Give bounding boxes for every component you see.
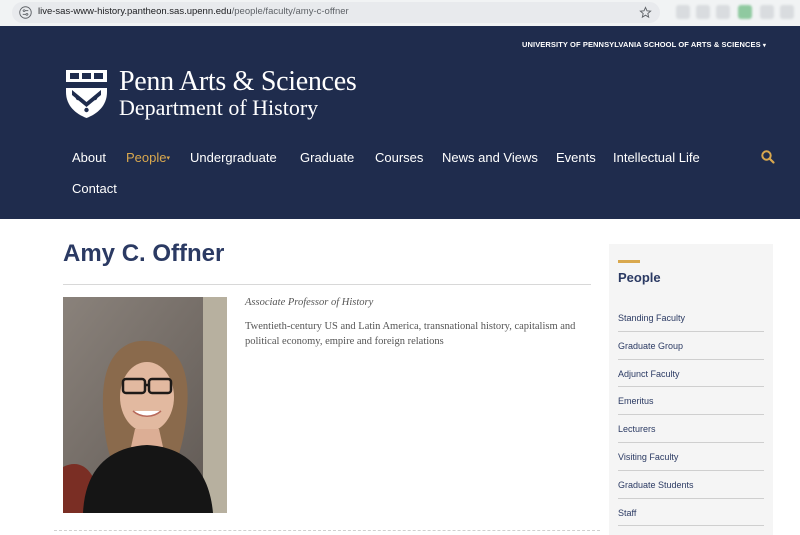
portrait-image — [63, 297, 227, 513]
url-text[interactable]: live-sas-www-history.pantheon.sas.upenn.… — [38, 6, 349, 17]
url-path: /people/faculty/amy-c-offner — [231, 6, 349, 17]
sidebar-item-visiting-faculty[interactable]: Visiting Faculty — [618, 443, 764, 471]
chevron-down-icon: ▾ — [166, 155, 170, 162]
bookmark-star-icon[interactable] — [639, 6, 652, 19]
page-title: Amy C. Offner — [63, 240, 225, 267]
address-bar[interactable]: live-sas-www-history.pantheon.sas.upenn.… — [12, 2, 660, 23]
extension-icon[interactable] — [738, 5, 752, 19]
browser-menu-icon[interactable] — [780, 5, 794, 19]
site-header: UNIVERSITY OF PENNSYLVANIA SCHOOL OF ART… — [0, 26, 800, 219]
sidebar-item-graduate-students[interactable]: Graduate Students — [618, 471, 764, 499]
sidebar-item-graduate-group[interactable]: Graduate Group — [618, 332, 764, 360]
search-icon[interactable] — [760, 149, 776, 165]
sidebar-item-label: Visiting Faculty — [618, 451, 679, 462]
faculty-title: Associate Professor of History — [245, 297, 374, 308]
sidebar-item-label: Standing Faculty — [618, 313, 686, 323]
url-host: live-sas-www-history.pantheon.sas.upenn.… — [38, 6, 232, 17]
sidebar-menu: Standing Faculty Graduate Group Adjunct … — [618, 304, 764, 527]
sidebar-item-label: Graduate Group — [618, 340, 684, 351]
sidebar-item-standing-faculty[interactable]: Standing Faculty — [618, 304, 764, 332]
nav-item-graduate[interactable]: Graduate — [300, 150, 354, 165]
extension-icon[interactable] — [696, 5, 710, 19]
school-menu-link[interactable]: UNIVERSITY OF PENNSYLVANIA SCHOOL OF ART… — [522, 40, 766, 49]
people-sidebar: People Standing Faculty Graduate Group A… — [609, 244, 773, 535]
divider — [54, 530, 600, 531]
sidebar-heading: People — [618, 270, 661, 285]
nav-item-contact[interactable]: Contact — [72, 181, 117, 196]
nav-item-events[interactable]: Events — [556, 150, 596, 165]
nav-item-intellectual-life[interactable]: Intellectual Life — [613, 150, 700, 165]
nav-item-news-and-views[interactable]: News and Views — [442, 150, 538, 165]
sidebar-item-label: Adjunct Faculty — [618, 368, 680, 379]
sidebar-item-emeritus[interactable]: Emeritus — [618, 387, 764, 416]
sidebar-accent-bar — [618, 260, 640, 263]
faculty-portrait — [63, 297, 227, 513]
extension-icon[interactable] — [676, 5, 690, 19]
sidebar-item-label: Staff — [618, 507, 637, 518]
chevron-down-icon: ▾ — [762, 43, 766, 49]
nav-item-people[interactable]: People▾ — [126, 150, 170, 165]
nav-item-courses[interactable]: Courses — [375, 150, 423, 165]
nav-item-undergraduate[interactable]: Undergraduate — [190, 150, 277, 165]
logo-title: Penn Arts & Sciences — [119, 66, 357, 97]
sidebar-item-label: Lecturers — [618, 424, 656, 435]
department-logo[interactable]: Penn Arts & Sciences Department of Histo… — [64, 66, 364, 120]
research-interests: Twentieth-century US and Latin America, … — [245, 321, 576, 347]
penn-shield-icon — [66, 70, 107, 118]
sidebar-item-adjunct-faculty[interactable]: Adjunct Faculty — [618, 360, 764, 388]
site-info-icon[interactable] — [19, 6, 32, 19]
browser-toolbar: live-sas-www-history.pantheon.sas.upenn.… — [0, 0, 800, 26]
extension-icon[interactable] — [760, 5, 774, 19]
school-link-label: UNIVERSITY OF PENNSYLVANIA SCHOOL OF ART… — [521, 40, 761, 49]
sidebar-item-staff[interactable]: Staff — [618, 499, 764, 527]
logo-subtitle: Department of History — [119, 95, 319, 120]
nav-item-label: People — [126, 150, 167, 165]
extension-icon[interactable] — [716, 5, 730, 19]
sidebar-item-label: Graduate Students — [618, 479, 694, 490]
divider — [63, 284, 591, 285]
sidebar-item-lecturers[interactable]: Lecturers — [618, 415, 764, 443]
sidebar-item-label: Emeritus — [618, 396, 654, 407]
nav-item-about[interactable]: About — [72, 150, 106, 165]
